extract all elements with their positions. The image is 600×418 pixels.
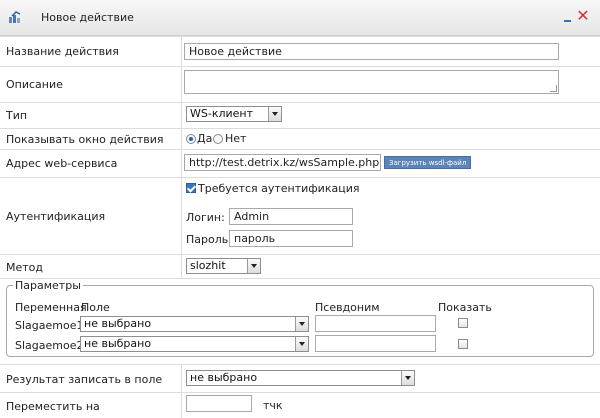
param-show-checkbox[interactable] xyxy=(458,318,468,328)
dialog-header: Новое действие ✕ xyxy=(0,0,600,36)
param-field-value: не выбрано xyxy=(84,317,152,330)
move-input[interactable] xyxy=(186,395,252,412)
chevron-down-icon xyxy=(295,337,308,351)
param-name: Slagaemoe2 xyxy=(15,339,84,352)
params-legend: Параметры xyxy=(13,279,83,292)
result-select[interactable]: не выбрано xyxy=(186,370,415,386)
param-field-select[interactable]: не выбрано xyxy=(80,316,309,332)
method-select-value: slozhit xyxy=(190,259,226,272)
show-window-yes-label: Да xyxy=(197,132,213,145)
description-label: Описание xyxy=(6,78,63,91)
param-field-select[interactable]: не выбрано xyxy=(80,336,309,352)
close-icon[interactable]: ✕ xyxy=(576,8,590,24)
params-header-show: Показать xyxy=(438,301,492,314)
param-alias-input[interactable] xyxy=(315,335,436,352)
auth-label: Аутентификация xyxy=(6,210,106,223)
row-type: Тип xyxy=(0,102,600,128)
method-select[interactable]: slozhit xyxy=(186,258,261,274)
row-move: Переместить на xyxy=(0,392,600,418)
column-divider xyxy=(181,364,182,418)
name-input[interactable]: Новое действие xyxy=(184,43,559,60)
type-label: Тип xyxy=(6,109,28,122)
param-name: Slagaemoe1 xyxy=(15,319,84,332)
result-label: Результат записать в поле xyxy=(6,373,163,386)
login-input[interactable]: Admin xyxy=(229,208,353,225)
action-icon xyxy=(9,11,21,23)
type-select[interactable]: WS-клиент xyxy=(186,106,282,122)
auth-required-label: Требуется аутентификация xyxy=(198,182,360,195)
show-window-label: Показывать окно действия xyxy=(6,133,164,146)
move-label: Переместить на xyxy=(6,400,100,413)
params-header-field: Поле xyxy=(81,301,110,314)
params-header-alias: Псевдоним xyxy=(315,301,380,314)
param-show-checkbox[interactable] xyxy=(458,339,468,349)
type-select-value: WS-клиент xyxy=(190,107,254,120)
chevron-down-icon xyxy=(247,259,260,273)
login-label: Логин: xyxy=(186,211,225,224)
password-label: Пароль: xyxy=(186,233,232,246)
chevron-down-icon xyxy=(295,317,308,331)
method-label: Метод xyxy=(6,261,44,274)
row-show-window: Показывать окно действия xyxy=(0,128,600,149)
show-window-no-radio[interactable] xyxy=(213,134,223,144)
chevron-down-icon xyxy=(268,107,281,121)
dialog-title: Новое действие xyxy=(41,11,134,24)
param-alias-input[interactable] xyxy=(315,315,436,332)
service-url-input[interactable]: http://test.detrix.kz/wsSample.php?wsdl xyxy=(184,154,381,171)
password-input[interactable]: пароль xyxy=(229,230,353,247)
service-url-label: Адрес web-сервиса xyxy=(6,157,118,170)
column-divider xyxy=(181,36,182,278)
show-window-yes-radio[interactable] xyxy=(186,134,196,144)
result-select-value: не выбрано xyxy=(190,371,258,384)
chevron-down-icon xyxy=(401,371,414,385)
description-textarea[interactable] xyxy=(184,70,559,94)
load-wsdl-button[interactable]: Загрузить wsdl-файл xyxy=(384,156,472,169)
params-header-variable: Переменная xyxy=(15,301,87,314)
row-method: Метод xyxy=(0,254,600,278)
move-unit: тчк xyxy=(263,399,283,412)
param-field-value: не выбрано xyxy=(84,337,152,350)
name-label: Название действия xyxy=(6,45,119,58)
auth-required-checkbox[interactable] xyxy=(186,183,196,193)
show-window-no-label: Нет xyxy=(225,132,247,145)
minimize-icon[interactable] xyxy=(563,9,573,23)
